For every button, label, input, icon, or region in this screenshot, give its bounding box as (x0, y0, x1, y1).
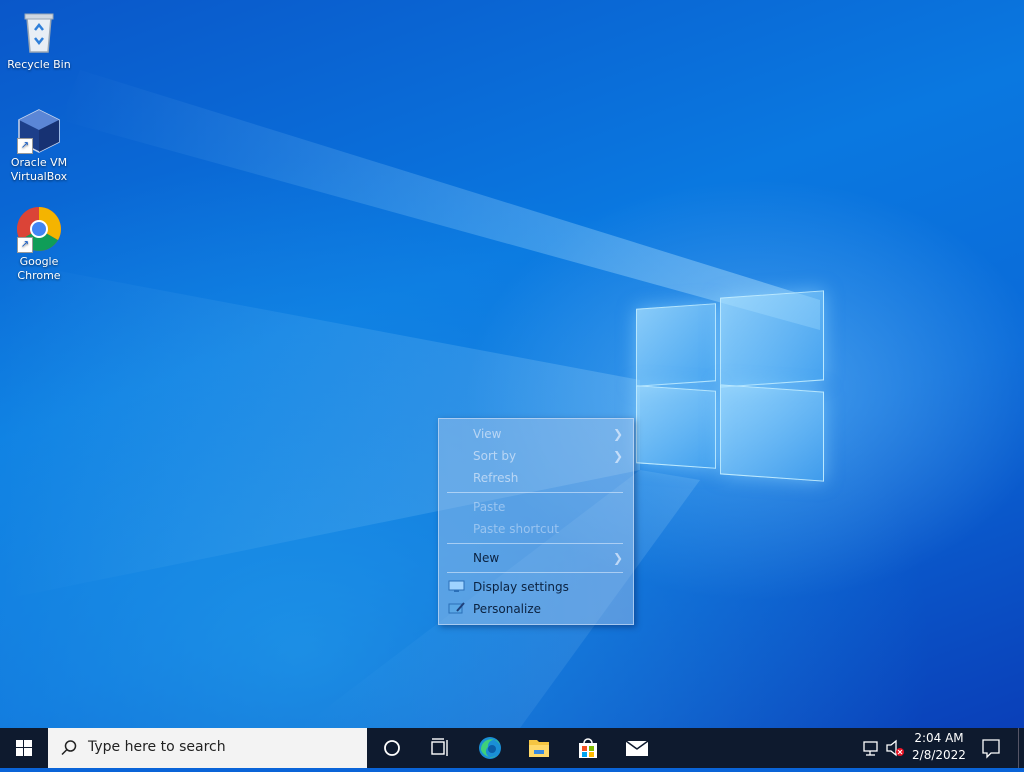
shortcut-arrow-icon: ↗ (17, 237, 33, 253)
search-placeholder: Type here to search (88, 739, 226, 755)
desktop-icon-label-line2: VirtualBox (10, 170, 68, 183)
menu-item-label: Paste (473, 500, 506, 514)
personalize-icon (448, 602, 465, 615)
desktop-context-menu: View ❯ Sort by ❯ Refresh Paste Paste sho… (438, 418, 634, 625)
taskbar: Type here to search 2:04 AM 2/8/2022 (0, 728, 1024, 768)
desktop-icon-label-line1: Google (19, 255, 59, 268)
edge-taskbar-button[interactable] (466, 728, 514, 768)
virtualbox-icon: ↗ (15, 106, 63, 154)
cortana-button[interactable] (368, 728, 416, 768)
windows-logo-wallpaper (636, 290, 824, 482)
chevron-right-icon: ❯ (612, 449, 623, 463)
clock-time: 2:04 AM (914, 731, 964, 745)
menu-item-view[interactable]: View ❯ (439, 423, 633, 445)
volume-tray-button[interactable] (884, 728, 908, 768)
network-tray-button[interactable] (858, 728, 884, 768)
file-explorer-icon (529, 740, 549, 757)
menu-item-refresh[interactable]: Refresh (439, 467, 633, 489)
edge-icon (479, 737, 501, 759)
menu-item-label: View (473, 427, 502, 441)
start-button[interactable] (0, 728, 48, 768)
network-wired-icon (863, 741, 878, 756)
chrome-icon: ↗ (15, 205, 63, 253)
search-icon (61, 740, 77, 756)
desktop-icon-chrome[interactable]: ↗ Google Chrome (1, 205, 77, 283)
menu-item-label: Sort by (473, 449, 517, 463)
menu-item-label: New (473, 551, 500, 565)
file-explorer-taskbar-button[interactable] (515, 728, 563, 768)
menu-item-label: Display settings (473, 580, 569, 594)
desktop-icon-label: Recycle Bin (7, 58, 71, 71)
desktop-icon-label-line1: Oracle VM (10, 156, 68, 169)
task-view-button[interactable] (416, 728, 464, 768)
menu-item-label: Personalize (473, 602, 542, 616)
menu-separator (447, 492, 623, 493)
chevron-right-icon: ❯ (612, 551, 623, 565)
taskbar-search-box[interactable]: Type here to search (48, 728, 367, 768)
cortana-icon (384, 740, 400, 756)
desktop-icon-recycle-bin[interactable]: Recycle Bin (1, 8, 77, 72)
action-center-button[interactable] (976, 728, 1006, 768)
menu-item-display-settings[interactable]: Display settings (439, 576, 633, 598)
store-icon (579, 738, 597, 758)
clock-date: 2/8/2022 (912, 748, 966, 762)
desktop[interactable]: Recycle Bin ↗ Oracle VM VirtualBox ↗ Goo… (0, 0, 1024, 728)
windows-logo-icon (16, 740, 32, 756)
recycle-bin-icon (15, 8, 63, 56)
menu-item-new[interactable]: New ❯ (439, 547, 633, 569)
menu-item-sort-by[interactable]: Sort by ❯ (439, 445, 633, 467)
store-taskbar-button[interactable] (564, 728, 612, 768)
taskbar-clock[interactable]: 2:04 AM 2/8/2022 (908, 730, 970, 764)
desktop-icon-virtualbox[interactable]: ↗ Oracle VM VirtualBox (1, 106, 77, 184)
shortcut-arrow-icon: ↗ (17, 138, 33, 154)
task-view-icon (431, 738, 448, 756)
menu-separator (447, 543, 623, 544)
mail-taskbar-button[interactable] (613, 728, 661, 768)
display-settings-icon (448, 580, 465, 593)
menu-item-label: Paste shortcut (473, 522, 559, 536)
mail-icon (625, 740, 649, 756)
show-desktop-button[interactable] (1018, 728, 1024, 768)
desktop-icon-label-line2: Chrome (17, 269, 61, 282)
menu-item-label: Refresh (473, 471, 519, 485)
menu-separator (447, 572, 623, 573)
menu-item-paste-shortcut[interactable]: Paste shortcut (439, 518, 633, 540)
menu-item-paste[interactable]: Paste (439, 496, 633, 518)
menu-item-personalize[interactable]: Personalize (439, 598, 633, 620)
volume-muted-icon (886, 739, 904, 757)
chevron-right-icon: ❯ (612, 427, 623, 441)
notification-icon (982, 739, 1000, 759)
